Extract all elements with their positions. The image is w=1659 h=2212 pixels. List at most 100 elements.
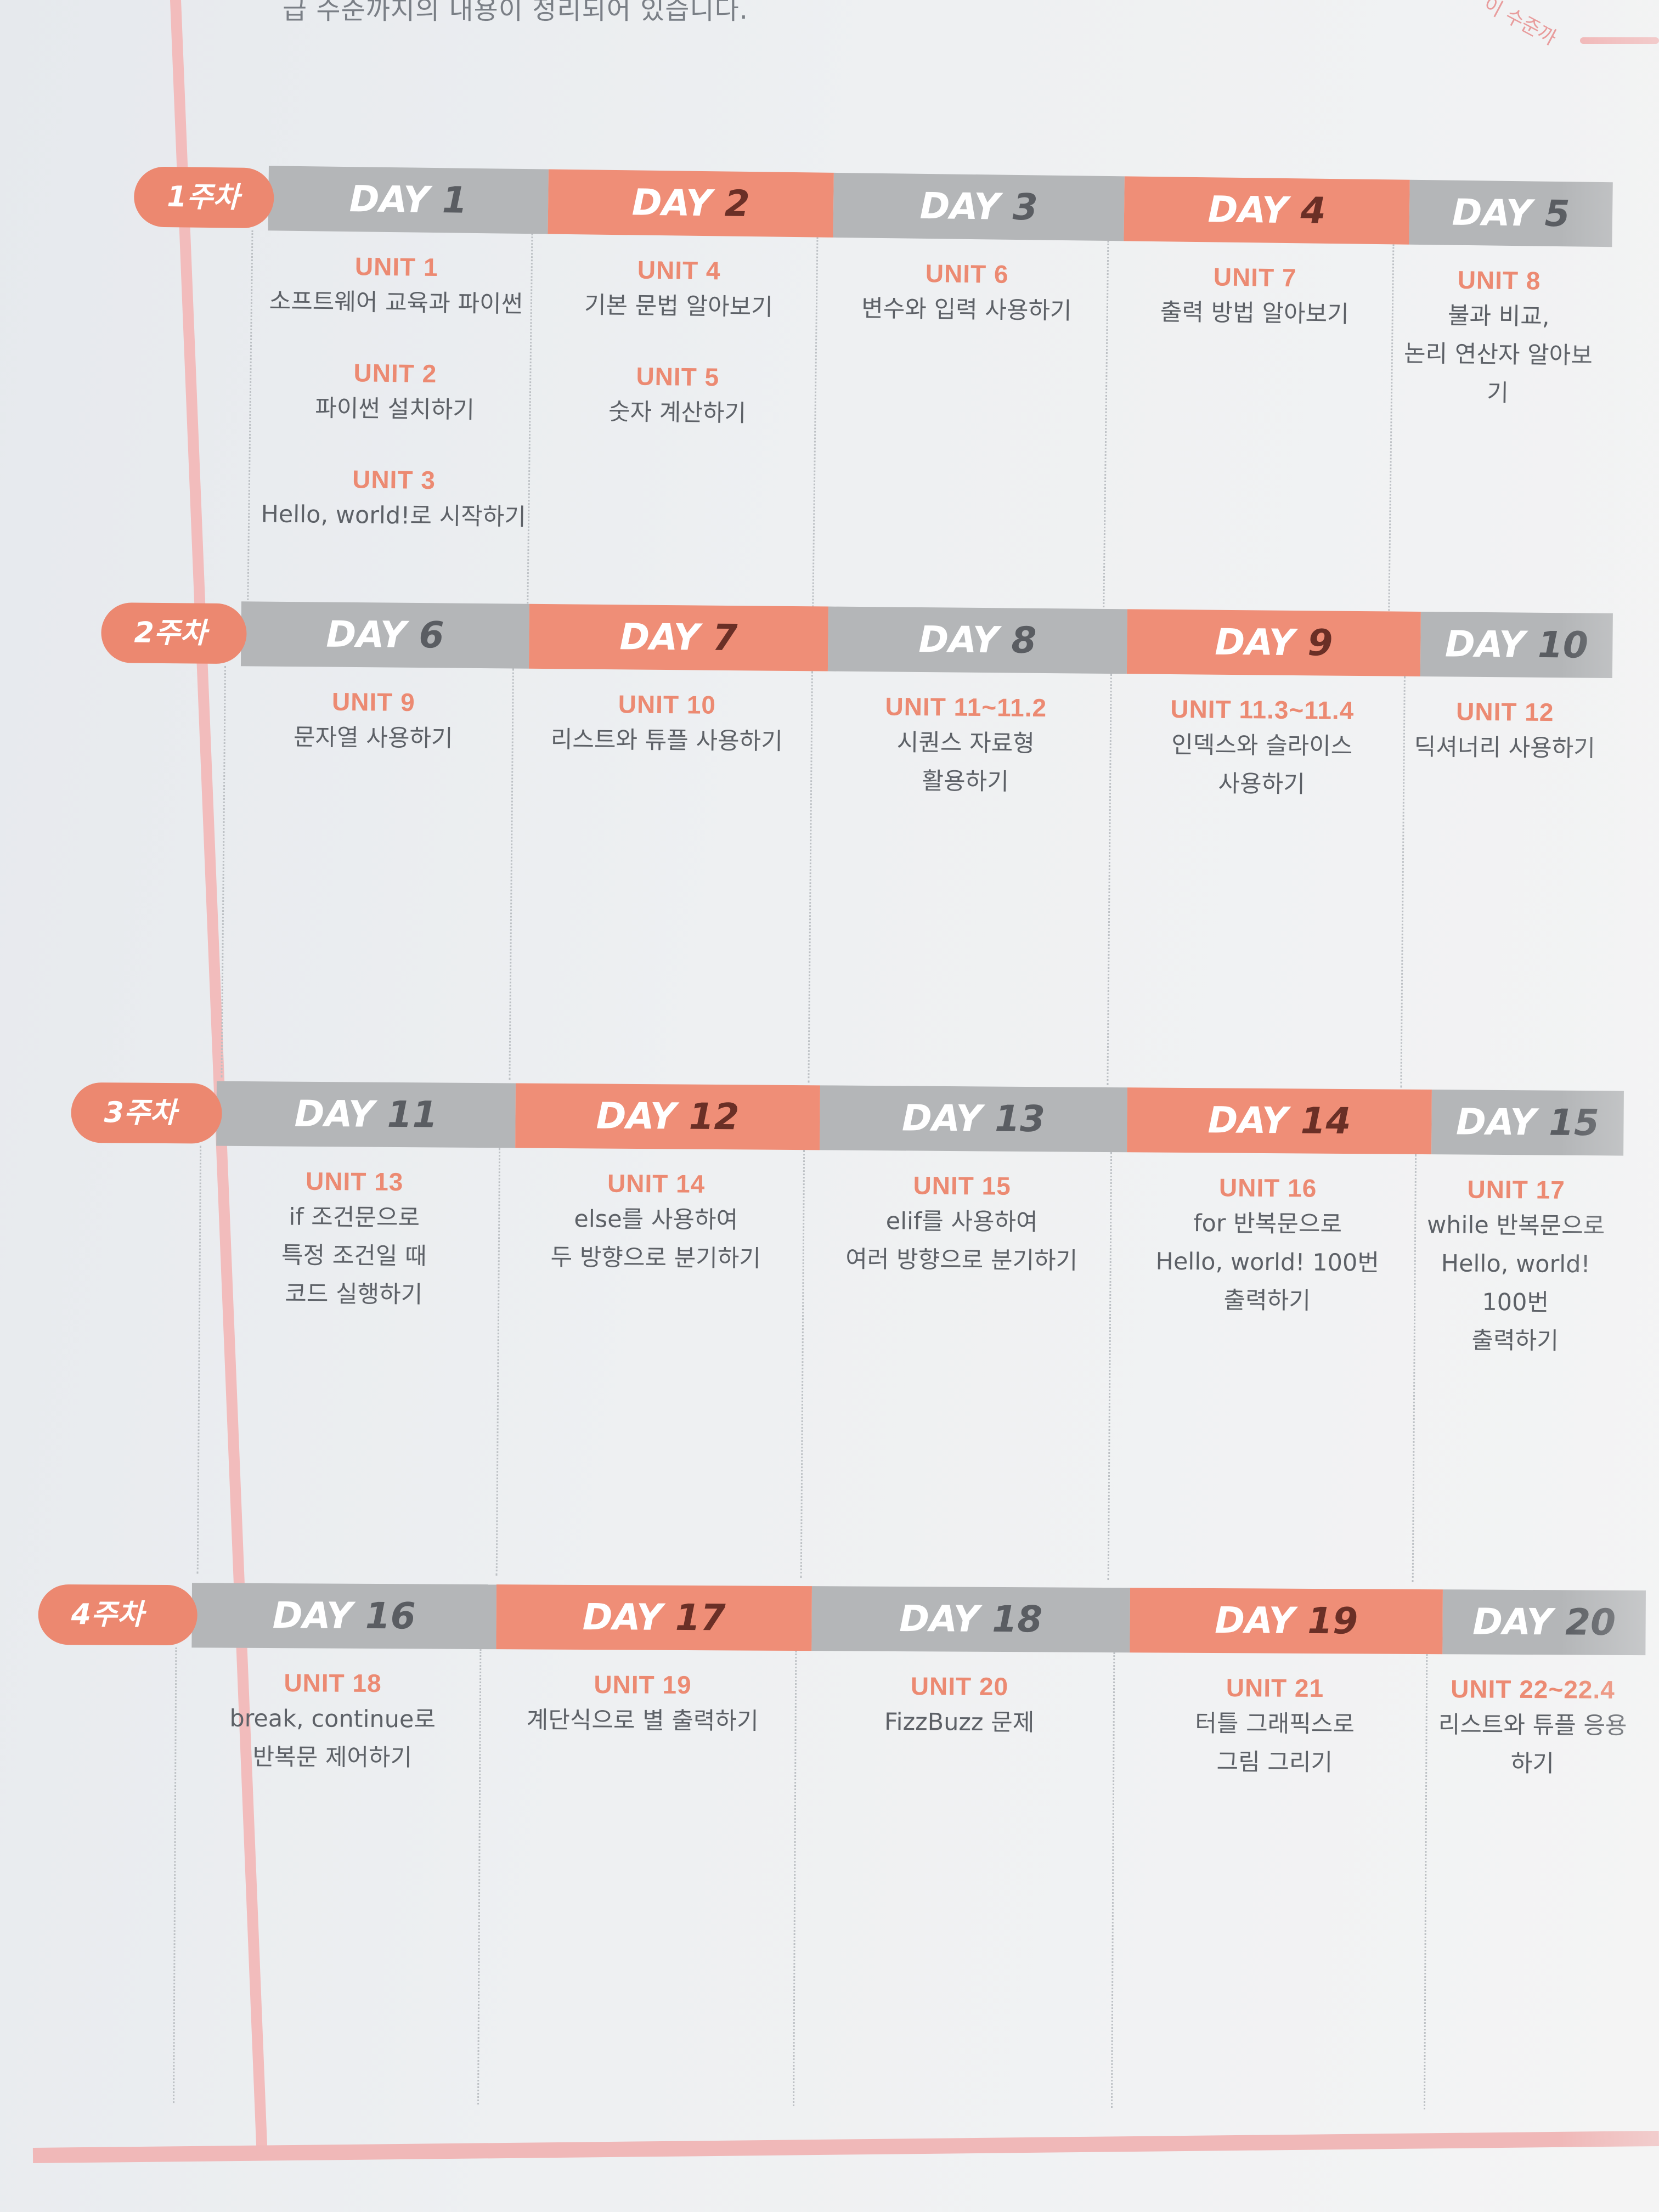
unit-label: UNIT 22~22.4: [1451, 1674, 1615, 1704]
day-number: 15: [1548, 1101, 1600, 1144]
unit-entry: UNIT 17 while 반복문으로 Hello, world! 100번 출력…: [1419, 1172, 1612, 1361]
unit-entry: UNIT 19 계단식으로 별 출력하기: [485, 1667, 801, 1741]
column-divider: [221, 665, 226, 1077]
week-label: 3주차: [71, 1082, 222, 1144]
unit-label: UNIT 12: [1455, 697, 1554, 727]
day-15-units: UNIT 17 while 반복문으로 Hello, world! 100번 출력…: [1419, 1172, 1612, 1395]
unit-description: for 반복문으로 Hello, world! 100번 출력하기: [1155, 1210, 1380, 1315]
day-prefix: DAY: [596, 1094, 689, 1138]
day-header-13: DAY 13: [820, 1085, 1127, 1153]
day-prefix: DAY: [918, 618, 1012, 662]
day-19-units: UNIT 21 터틀 그래픽스로 그림 그리기: [1118, 1670, 1431, 1816]
day-prefix: DAY: [1207, 1099, 1301, 1142]
unit-entry: UNIT 3 Hello, world!로 시작하기: [253, 461, 534, 537]
unit-entry: UNIT 20 FizzBuzz 문제: [800, 1668, 1119, 1742]
column-divider: [173, 1647, 177, 2103]
day-prefix: DAY: [1472, 1600, 1566, 1644]
day-13-units: UNIT 15 elif를 사용하여 여러 방향으로 분기하기: [808, 1167, 1116, 1314]
unit-entry: UNIT 11.3~11.4 인덱스와 슬라이스 사용하기: [1115, 691, 1409, 805]
book-page: 급 수준까지의 내용이 정리되어 있습니다. 이 수준까 DAY 1 UNIT 1…: [0, 0, 1659, 2212]
unit-entry: UNIT 14 else를 사용하여 두 방향으로 분기하기: [504, 1165, 809, 1278]
unit-description: 딕셔너리 사용하기: [1414, 733, 1596, 763]
unit-label: UNIT 15: [913, 1171, 1012, 1200]
day-prefix: DAY: [1215, 620, 1308, 664]
unit-label: UNIT 9: [331, 687, 415, 716]
unit-description: 리스트와 튜플 응용하기: [1438, 1711, 1627, 1778]
day-header-7: DAY 7: [528, 603, 828, 672]
unit-entry: UNIT 16 for 반복문으로 Hello, world! 100번 출력하기: [1115, 1170, 1420, 1321]
day-prefix: DAY: [1455, 1101, 1549, 1144]
unit-entry: UNIT 12 딕셔너리 사용하기: [1408, 694, 1601, 768]
unit-description: 리스트와 튜플 사용하기: [550, 726, 783, 755]
day-header-6: DAY 6: [240, 601, 529, 669]
day-number: 14: [1300, 1099, 1351, 1143]
day-prefix: DAY: [326, 613, 419, 657]
unit-description: Hello, world!로 시작하기: [261, 500, 527, 532]
day-number: 20: [1565, 1601, 1616, 1644]
day-number: 8: [1011, 619, 1037, 662]
day-prefix: DAY: [899, 1598, 992, 1640]
day-20-units: UNIT 22~22.4 리스트와 튜플 응용하기: [1431, 1672, 1634, 1818]
day-number: 16: [365, 1594, 416, 1638]
day-16-units: UNIT 18 break, continue로 반복문 제어하기: [180, 1665, 485, 1812]
unit-description: else를 사용하여 두 방향으로 분기하기: [550, 1205, 761, 1273]
unit-entry: UNIT 18 break, continue로 반복문 제어하기: [180, 1665, 485, 1778]
day-number: 7: [712, 616, 738, 659]
day-prefix: DAY: [619, 616, 713, 659]
day-10-units: UNIT 12 딕셔너리 사용하기: [1408, 694, 1601, 802]
day-prefix: DAY: [294, 1092, 387, 1136]
day-number: 18: [992, 1598, 1043, 1641]
day-number: 12: [689, 1095, 740, 1138]
day-number: 13: [994, 1097, 1046, 1141]
unit-description: break, continue로 반복문 제어하기: [229, 1705, 436, 1772]
unit-entry: UNIT 22~22.4 리스트와 튜플 응용하기: [1431, 1672, 1634, 1784]
day-11-units: UNIT 13 if 조건문으로 특정 조건일 때 코드 실행하기: [204, 1164, 504, 1349]
day-7-units: UNIT 10 리스트와 튜플 사용하기: [517, 686, 817, 795]
week-4: DAY 16 UNIT 18 break, continue로 반복문 제어하기 DA…: [6, 0, 1659, 2110]
day-17-units: UNIT 19 계단식으로 별 출력하기: [484, 1667, 800, 1775]
unit-description: while 반복문으로 Hello, world! 100번 출력하기: [1426, 1211, 1605, 1355]
day-number: 9: [1307, 622, 1333, 664]
day-number: 11: [387, 1093, 438, 1136]
day-header-18: DAY 18: [811, 1586, 1130, 1653]
unit-label: UNIT 10: [618, 690, 716, 719]
day-header-9: DAY 9: [1126, 609, 1421, 676]
day-number: 6: [419, 614, 444, 657]
day-12-units: UNIT 14 else를 사용하여 두 방향으로 분기하기: [503, 1165, 809, 1312]
week-label: 4주차: [38, 1584, 198, 1646]
unit-description: 터틀 그래픽스로 그림 그리기: [1195, 1709, 1355, 1777]
unit-label: UNIT 20: [910, 1672, 1009, 1701]
day-6-units: UNIT 9 문자열 사용하기: [229, 684, 518, 793]
unit-label: UNIT 3: [352, 465, 436, 495]
day-header-8: DAY 8: [827, 606, 1127, 674]
unit-entry: UNIT 13 if 조건문으로 특정 조건일 때 코드 실행하기: [204, 1164, 504, 1315]
unit-description: elif를 사용하여 여러 방향으로 분기하기: [845, 1207, 1078, 1275]
unit-entry: UNIT 11~11.2 시퀀스 자료형 활용하기: [816, 689, 1116, 802]
unit-entry: UNIT 9 문자열 사용하기: [229, 684, 518, 759]
column-divider: [196, 1146, 202, 1574]
unit-description: 인덱스와 슬라이스 사용하기: [1171, 731, 1353, 799]
unit-label: UNIT 11~11.2: [885, 692, 1047, 723]
day-9-units: UNIT 11.3~11.4 인덱스와 슬라이스 사용하기: [1114, 691, 1409, 839]
unit-label: UNIT 21: [1226, 1673, 1324, 1703]
unit-entry: UNIT 10 리스트와 튜플 사용하기: [517, 686, 817, 761]
day-8-units: UNIT 11~11.2 시퀀스 자료형 활용하기: [815, 689, 1115, 836]
unit-label: UNIT 17: [1467, 1175, 1565, 1204]
day-number: 10: [1537, 623, 1589, 667]
week-label: 2주차: [101, 602, 247, 664]
unit-description: FizzBuzz 문제: [884, 1708, 1035, 1737]
unit-label: UNIT 16: [1218, 1173, 1317, 1203]
day-prefix: DAY: [901, 1097, 995, 1140]
page-frame-bottom: [32, 2130, 1659, 2163]
unit-description: 시퀀스 자료형 활용하기: [896, 729, 1035, 796]
day-header-17: DAY 17: [496, 1584, 812, 1651]
day-header-20: DAY 20: [1442, 1589, 1646, 1656]
day-number: 17: [675, 1596, 726, 1639]
unit-label: UNIT 19: [594, 1670, 692, 1700]
day-prefix: DAY: [1444, 623, 1538, 666]
unit-label: UNIT 14: [607, 1169, 706, 1198]
day-18-units: UNIT 20 FizzBuzz 문제: [800, 1668, 1119, 1776]
day-header-11: DAY 11: [216, 1081, 516, 1148]
unit-description: 문자열 사용하기: [293, 724, 453, 753]
day-header-16: DAY 16: [191, 1583, 496, 1650]
